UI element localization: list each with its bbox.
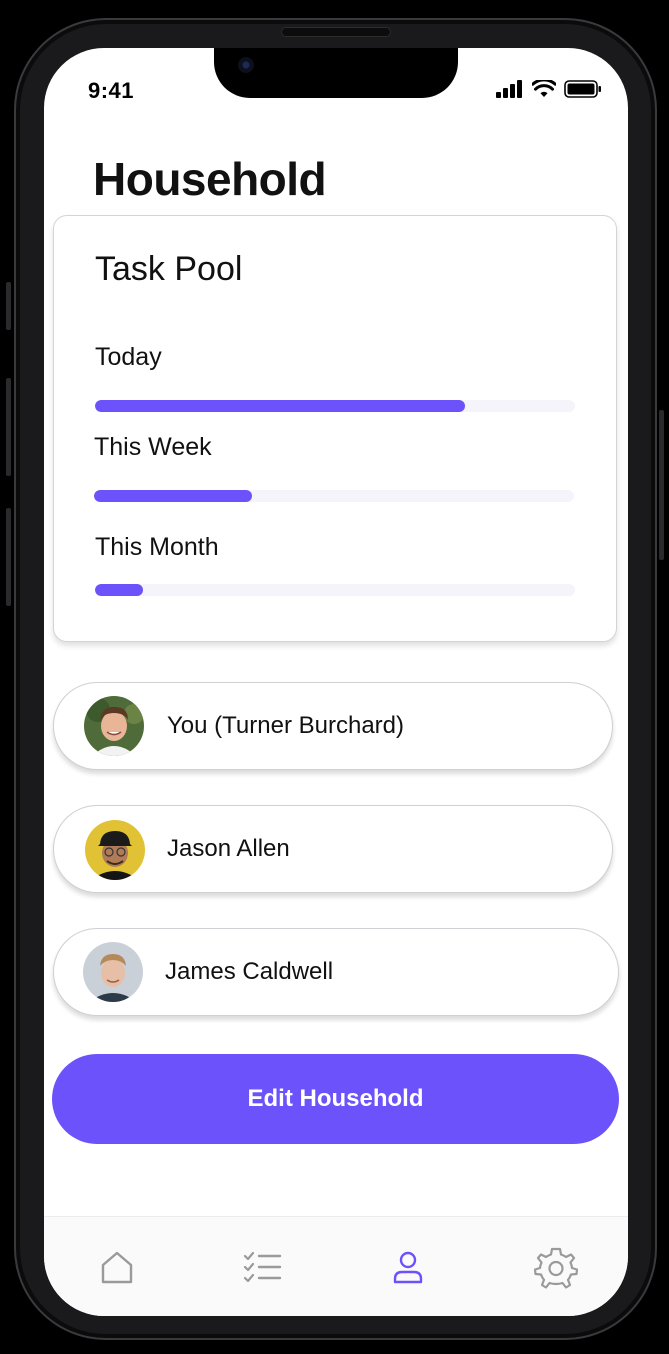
avatar — [84, 696, 144, 756]
period-label-today: Today — [95, 343, 162, 371]
edit-household-button[interactable]: Edit Household — [52, 1054, 619, 1144]
progress-fill-today — [95, 400, 465, 412]
member-row[interactable]: James Caldwell — [53, 928, 619, 1016]
tab-settings[interactable] — [533, 1247, 579, 1289]
home-icon — [101, 1251, 133, 1284]
volume-down-button — [6, 508, 11, 606]
task-pool-card: Task Pool Today This Week This Month — [53, 215, 617, 642]
screen: 9:41 Household Task Pool Today This Week — [44, 48, 628, 1316]
gear-icon — [533, 1247, 579, 1289]
tab-bar — [44, 1216, 628, 1316]
page-title: Household — [93, 153, 327, 205]
member-name: James Caldwell — [165, 958, 334, 985]
notch — [214, 48, 458, 98]
silent-switch — [6, 282, 11, 330]
status-time: 9:41 — [88, 78, 135, 103]
member-name: Jason Allen — [167, 835, 290, 862]
task-pool-title: Task Pool — [95, 250, 243, 288]
power-button — [659, 410, 664, 560]
signal-icon — [496, 80, 522, 98]
checklist-icon — [243, 1251, 282, 1283]
progress-fill-this-month — [95, 584, 143, 596]
status-icons — [496, 80, 602, 98]
volume-up-button — [6, 378, 11, 476]
member-row[interactable]: Jason Allen — [53, 805, 613, 893]
progress-bar-this-week — [94, 490, 574, 502]
earpiece-speaker — [282, 28, 390, 36]
progress-bar-this-month — [95, 584, 575, 596]
period-label-this-month: This Month — [95, 533, 219, 561]
progress-bar-today — [95, 400, 575, 412]
avatar — [85, 820, 145, 880]
tab-tasks[interactable] — [242, 1247, 282, 1287]
progress-fill-this-week — [94, 490, 253, 502]
wifi-icon — [532, 80, 556, 97]
camera-icon — [238, 57, 254, 73]
tab-home[interactable] — [97, 1247, 137, 1287]
tab-household[interactable] — [388, 1247, 428, 1287]
period-label-this-week: This Week — [94, 433, 212, 461]
avatar — [83, 942, 143, 1002]
member-name: You (Turner Burchard) — [167, 712, 404, 739]
person-icon — [393, 1251, 423, 1284]
member-row[interactable]: You (Turner Burchard) — [53, 682, 613, 770]
battery-icon — [564, 80, 601, 98]
